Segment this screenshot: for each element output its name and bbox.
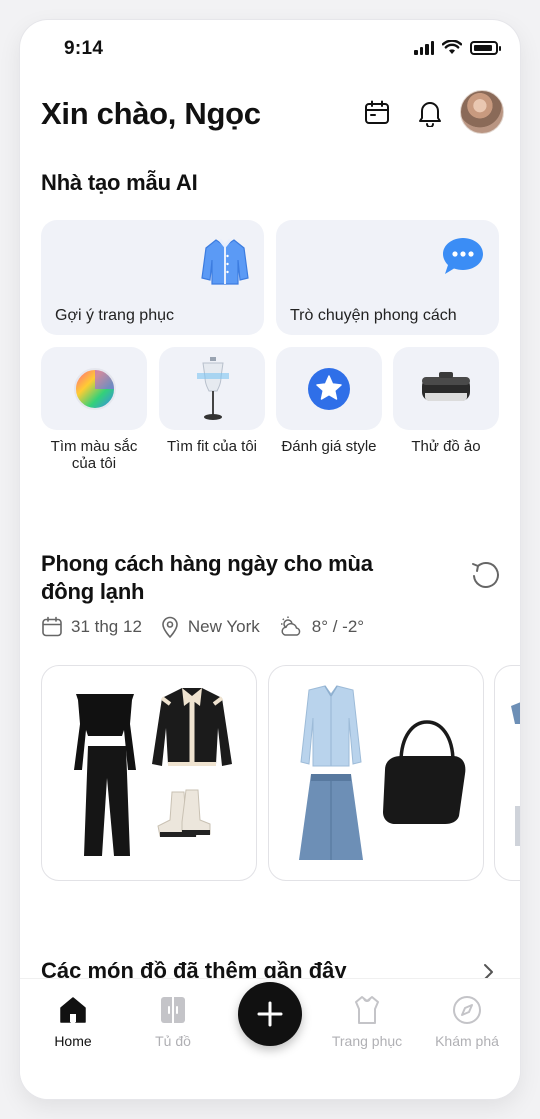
plus-icon	[257, 1001, 283, 1027]
daily-style-title: Phong cách hàng ngày cho mùa đông lạnh	[41, 550, 373, 606]
vr-headset-icon	[422, 372, 470, 401]
find-colors-card[interactable]	[41, 347, 147, 430]
location-info: New York	[160, 616, 260, 638]
wifi-icon	[442, 40, 462, 54]
outfit-suggestion-label: Gợi ý trang phục	[55, 307, 174, 324]
nav-explore-label: Khám phá	[435, 1033, 499, 1049]
compass-icon	[453, 996, 481, 1024]
mannequin-icon	[197, 357, 229, 420]
nav-wardrobe-label: Tủ đồ	[155, 1033, 191, 1049]
status-icons	[414, 40, 501, 55]
calendar-icon	[365, 100, 389, 124]
home-icon	[60, 997, 86, 1023]
style-review-card[interactable]	[276, 347, 382, 430]
black-trousers-image	[84, 746, 130, 856]
color-wheel-icon	[74, 368, 116, 410]
cardigan-icon	[201, 239, 249, 285]
style-review-label: Đánh giá style	[281, 438, 377, 455]
nav-home-label: Home	[54, 1033, 92, 1049]
outfit-2-illustration	[299, 685, 466, 860]
notifications-button[interactable]	[415, 98, 445, 128]
style-chat-card[interactable]: Trò chuyện phong cách	[276, 220, 499, 335]
greeting-title: Xin chào, Ngọc	[41, 96, 261, 131]
cellular-signal-icon	[414, 40, 434, 55]
outfit-card-2[interactable]	[268, 665, 484, 881]
refresh-icon[interactable]	[470, 560, 500, 590]
find-colors-label-line1: Tìm màu sắc	[50, 438, 138, 455]
phone-screen: 9:14 Xin chào, Ngọc Nhà tạo mẫu AI Gợi ý…	[20, 20, 520, 1099]
add-item-button[interactable]	[238, 982, 302, 1046]
bell-icon	[419, 102, 441, 127]
location-pin-icon	[162, 616, 178, 638]
calendar-button[interactable]	[362, 98, 392, 128]
weather-info: 8° / -2°	[278, 616, 364, 638]
nav-home[interactable]: Home	[28, 993, 118, 1049]
daily-style-title-line2: đông lạnh	[41, 579, 145, 604]
virtual-tryon-card[interactable]	[393, 347, 499, 430]
date-info: 31 thg 12	[41, 616, 142, 638]
ai-stylist-title: Nhà tạo mẫu AI	[41, 170, 198, 195]
weather-text: 8° / -2°	[311, 617, 365, 636]
outfit-suggestion-card[interactable]: Gợi ý trang phục	[41, 220, 264, 335]
nav-outfits[interactable]: Trang phục	[322, 993, 412, 1049]
status-bar: 9:14	[20, 20, 520, 74]
calendar-icon	[42, 616, 62, 637]
outfit-card-1[interactable]	[41, 665, 257, 881]
virtual-tryon-label: Thử đồ ảo	[411, 438, 481, 455]
location-text: New York	[187, 617, 260, 636]
battery-icon	[470, 40, 501, 55]
wardrobe-icon	[161, 997, 185, 1023]
nav-outfits-label: Trang phục	[331, 1033, 403, 1049]
outfit-3-illustration	[511, 702, 520, 846]
find-colors-label: Tìm màu sắc của tôi	[41, 438, 147, 472]
nav-wardrobe[interactable]: Tủ đồ	[128, 993, 218, 1049]
outfit-hanger-icon	[355, 996, 379, 1024]
daily-style-meta: 31 thg 12 New York 8° / -2°	[41, 616, 382, 638]
daily-style-title-line1: Phong cách hàng ngày cho mùa	[41, 551, 373, 576]
outfit-card-3[interactable]	[494, 665, 520, 881]
partly-cloudy-icon	[280, 616, 301, 636]
status-time: 9:14	[64, 38, 104, 59]
find-fit-label: Tìm fit của tôi	[166, 438, 258, 455]
date-text: 31 thg 12	[71, 617, 142, 636]
nav-explore[interactable]: Khám phá	[422, 993, 512, 1049]
find-colors-label-line2: của tôi	[71, 455, 117, 472]
style-chat-label: Trò chuyện phong cách	[290, 307, 457, 324]
find-fit-card[interactable]	[159, 347, 265, 430]
chat-bubble-icon	[443, 238, 483, 274]
avatar[interactable]	[460, 90, 504, 134]
outfit-1-illustration	[74, 688, 232, 856]
star-badge-icon	[308, 368, 350, 410]
